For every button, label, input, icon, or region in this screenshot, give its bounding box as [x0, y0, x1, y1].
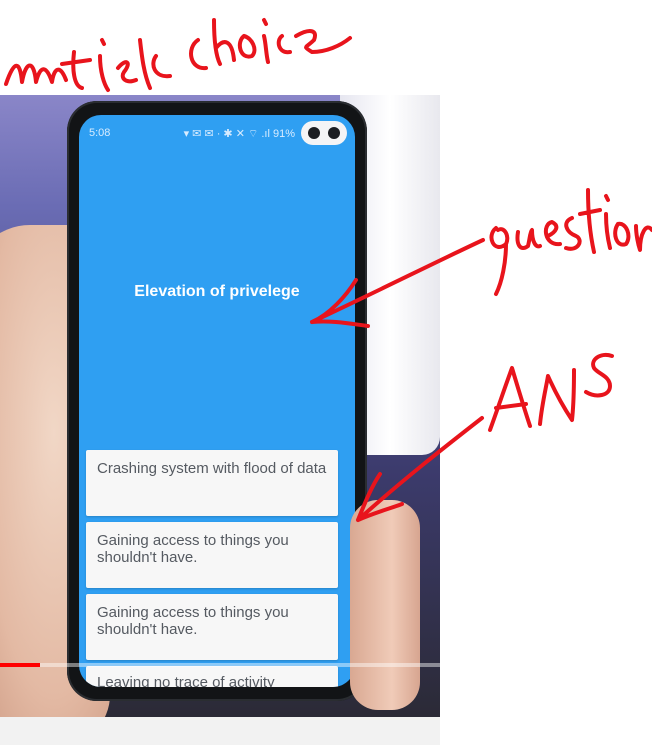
camera-cutout: [301, 121, 347, 145]
answer-option-3[interactable]: Gaining access to things you shouldn't h…: [86, 594, 338, 660]
below-video-area: [0, 717, 440, 745]
answer-option-2[interactable]: Gaining access to things you shouldn't h…: [86, 522, 338, 588]
status-bar: 5:08 ▾ ✉ ✉ · ✱ ✕ ⌔ .ıl 91%: [79, 115, 355, 151]
question-title: Elevation of privelege: [134, 283, 300, 300]
video-progress-played: [0, 663, 40, 667]
phone-screen: 5:08 ▾ ✉ ✉ · ✱ ✕ ⌔ .ıl 91% Elevation of …: [79, 115, 355, 687]
answer-option-4[interactable]: Leaving no trace of activity: [86, 666, 338, 687]
handwriting-top-label: [4, 18, 352, 92]
status-time: 5:08: [89, 127, 111, 139]
handwriting-ans-label: [488, 353, 614, 432]
handwriting-question-label: [489, 188, 652, 296]
status-icons: ▾ ✉ ✉ · ✱ ✕ ⌔ .ıl 91%: [183, 128, 295, 140]
answer-list: Crashing system with flood of data Gaini…: [86, 450, 338, 687]
answer-option-1[interactable]: Crashing system with flood of data: [86, 450, 338, 516]
holding-finger: [350, 500, 420, 710]
video-frame[interactable]: 5:08 ▾ ✉ ✉ · ✱ ✕ ⌔ .ıl 91% Elevation of …: [0, 95, 440, 717]
video-progress-bar[interactable]: [0, 663, 440, 667]
phone: 5:08 ▾ ✉ ✉ · ✱ ✕ ⌔ .ıl 91% Elevation of …: [67, 101, 367, 701]
